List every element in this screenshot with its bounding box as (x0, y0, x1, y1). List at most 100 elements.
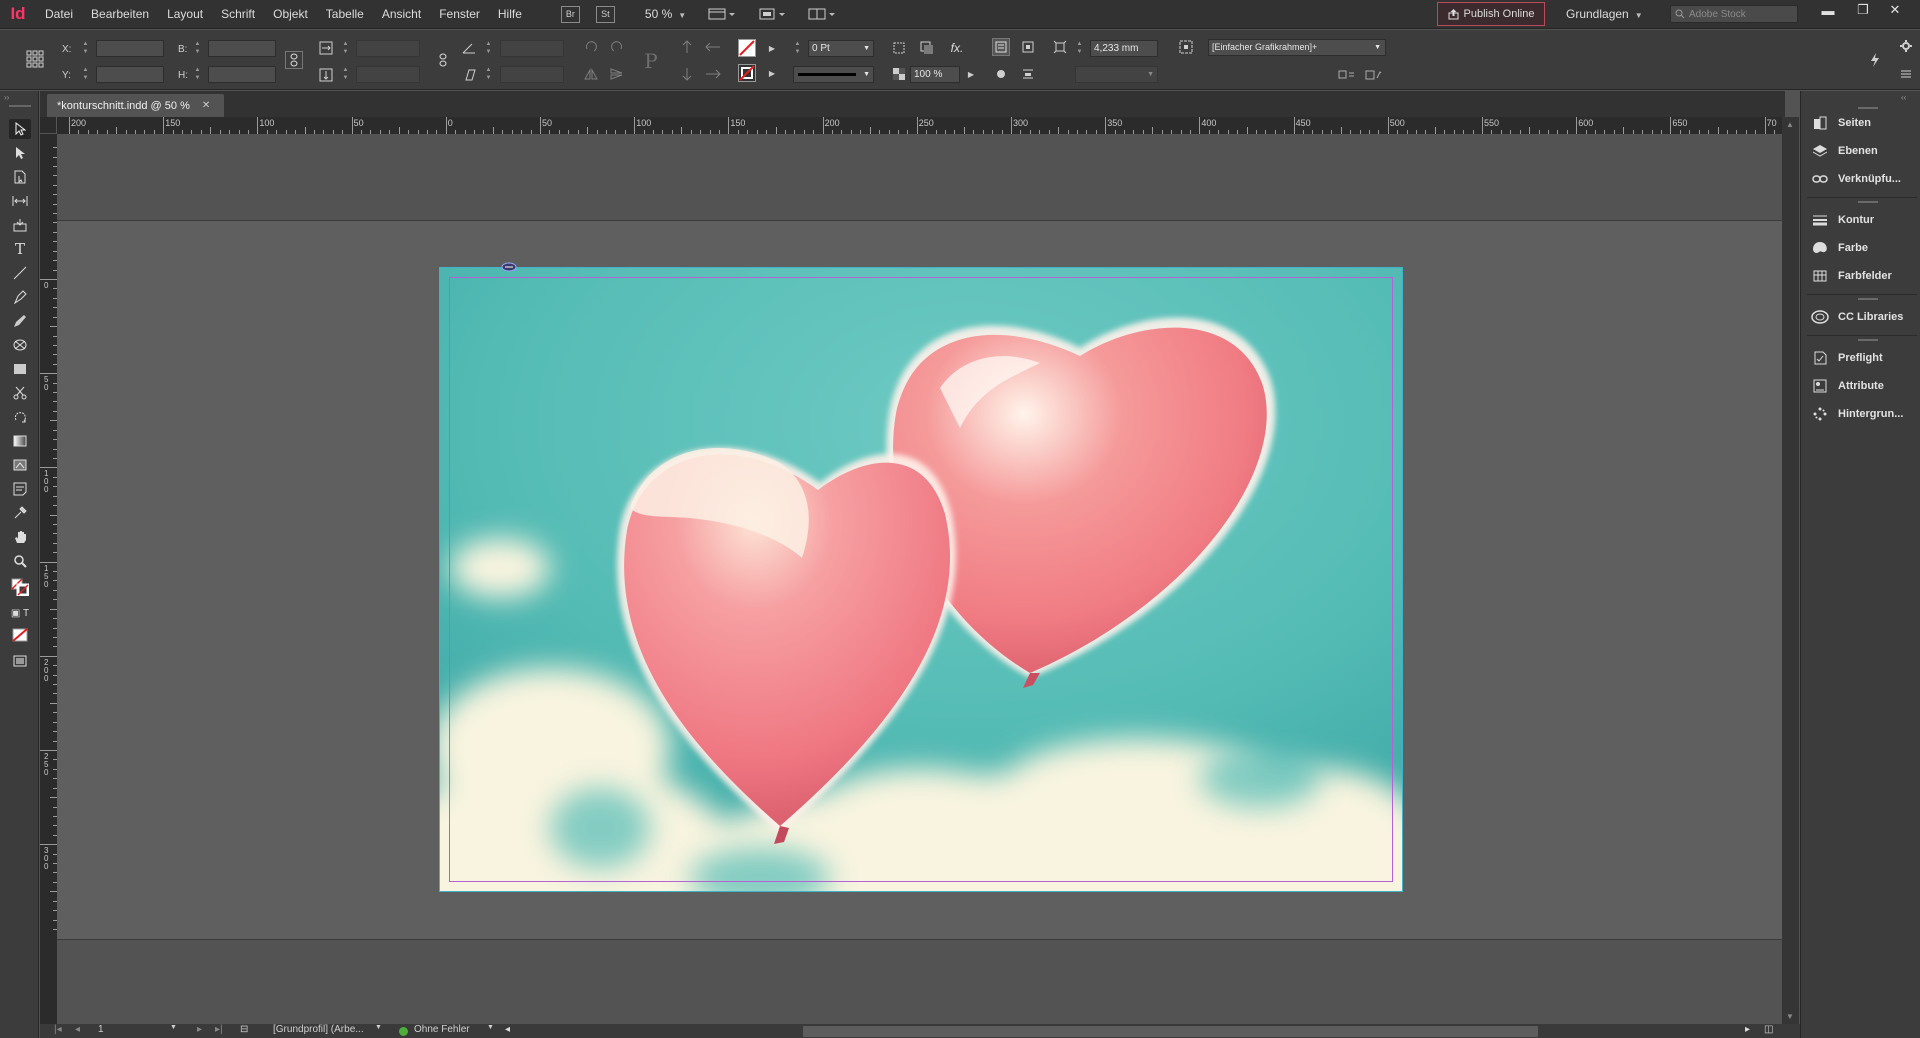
restore-button[interactable]: ❐ (1848, 0, 1878, 20)
menu-hilfe[interactable]: Hilfe (489, 7, 531, 21)
menu-layout[interactable]: Layout (158, 7, 212, 21)
constrain-scale-icon[interactable] (434, 51, 452, 69)
selection-tool-icon[interactable] (9, 119, 31, 139)
reference-point-icon[interactable] (26, 50, 44, 68)
menu-fenster[interactable]: Fenster (430, 7, 489, 21)
scale-y-stepper[interactable]: ▲ ▼ (341, 66, 350, 83)
horizontal-scroll-thumb[interactable] (803, 1026, 1538, 1037)
zoom-tool-icon[interactable] (9, 551, 31, 571)
note-tool-icon[interactable] (9, 479, 31, 499)
zoom-level-dropdown[interactable]: 50 % ▼ (645, 7, 686, 21)
corner-shape-dropdown[interactable]: ▼ (1075, 66, 1158, 83)
offset-field[interactable]: 4,233 mm (1090, 40, 1158, 57)
panel-attribute[interactable]: Attribute (1811, 375, 1919, 397)
screen-mode-tool-icon[interactable] (9, 651, 31, 671)
clear-overrides-icon[interactable] (1336, 66, 1358, 84)
scale-x-field[interactable] (356, 40, 420, 57)
auto-fit-icon[interactable] (890, 39, 908, 57)
chevron-down-icon[interactable]: ▼ (487, 1024, 494, 1031)
scroll-up-icon[interactable]: ▲ (1786, 120, 1794, 129)
apply-none-icon[interactable] (9, 625, 31, 645)
vertical-ruler[interactable]: 0 50 100 150 200 250 300 (40, 134, 57, 1024)
fill-none-swatch[interactable] (738, 39, 756, 57)
rotate-cw-icon[interactable] (582, 38, 600, 56)
panel-farbe[interactable]: Farbe (1811, 237, 1919, 259)
minimize-button[interactable]: ▬ (1813, 0, 1843, 20)
gap-tool-icon[interactable] (9, 191, 31, 211)
rotation-stepper[interactable]: ▲ ▼ (484, 40, 493, 57)
menu-tabelle[interactable]: Tabelle (317, 7, 373, 21)
scroll-left-icon[interactable]: ◂ (505, 1024, 510, 1035)
menu-bearbeiten[interactable]: Bearbeiten (82, 7, 158, 21)
publish-online-button[interactable]: Publish Online (1437, 2, 1545, 26)
adobe-stock-search[interactable]: Adobe Stock (1670, 5, 1798, 23)
page-tool-icon[interactable] (9, 167, 31, 187)
y-stepper[interactable]: ▲ ▼ (81, 66, 90, 83)
stroke-swatch-menu-icon[interactable]: ▶ (763, 64, 781, 82)
first-page-icon[interactable]: |◂ (54, 1024, 62, 1035)
menu-ansicht[interactable]: Ansicht (373, 7, 430, 21)
object-style-dropdown[interactable]: [Einfacher Grafikrahmen]+ ▼ (1208, 39, 1386, 56)
panel-preflight[interactable]: Preflight (1811, 347, 1919, 369)
x-stepper[interactable]: ▲ ▼ (81, 40, 90, 57)
scissors-tool-icon[interactable] (9, 383, 31, 403)
link-icon[interactable] (501, 262, 517, 272)
select-next-icon[interactable] (704, 65, 722, 83)
panel-menu-icon[interactable] (1897, 65, 1915, 83)
panel-cc-libraries[interactable]: CC Libraries (1811, 306, 1919, 328)
constrain-proportions-icon[interactable] (285, 51, 303, 69)
panel-ebenen[interactable]: Ebenen (1811, 140, 1919, 162)
select-content-icon[interactable] (678, 65, 696, 83)
lightning-icon[interactable] (1866, 51, 1884, 69)
pen-tool-icon[interactable] (9, 287, 31, 307)
panel-seiten[interactable]: Seiten (1811, 112, 1919, 134)
gradient-swatch-tool-icon[interactable] (9, 431, 31, 451)
scroll-right-icon[interactable]: ▸ (1745, 1024, 1750, 1035)
text-wrap-shape-icon[interactable] (992, 65, 1010, 83)
pasteboard[interactable] (57, 134, 1782, 1024)
type-tool-icon[interactable]: T (9, 239, 31, 259)
height-field[interactable] (208, 66, 276, 83)
stroke-weight-field[interactable]: 0 Pt ▼ (808, 40, 874, 57)
rotate-ccw-icon[interactable] (608, 38, 626, 56)
scale-x-stepper[interactable]: ▲ ▼ (341, 40, 350, 57)
arrange-documents-icon[interactable] (808, 6, 836, 22)
scale-y-field[interactable] (356, 66, 420, 83)
select-previous-icon[interactable] (704, 38, 722, 56)
document-open-icon[interactable]: ⊟ (240, 1024, 248, 1035)
shear-stepper[interactable]: ▲ ▼ (484, 66, 493, 83)
eyedropper-tool-icon[interactable] (9, 503, 31, 523)
scroll-down-icon[interactable]: ▼ (1786, 1012, 1794, 1021)
width-stepper[interactable]: ▲ ▼ (193, 40, 202, 57)
effects-fx-icon[interactable]: fx. (948, 39, 966, 57)
ellipse-frame-tool-icon[interactable] (9, 335, 31, 355)
collapse-icon[interactable]: ›› (4, 93, 9, 102)
workspace-switcher[interactable]: Grundlagen ▼ (1566, 7, 1643, 21)
bridge-button[interactable]: Br (560, 5, 580, 23)
previous-page-icon[interactable]: ◂ (75, 1024, 80, 1035)
panel-farbfelder[interactable]: Farbfelder (1811, 265, 1919, 287)
horizontal-ruler[interactable]: 200 150 100 50 0 50 100 150 200 250 300 350 400 450 50… (57, 117, 1782, 134)
frame-fitting-icon[interactable] (1051, 38, 1069, 56)
stock-button[interactable]: St (595, 5, 615, 23)
height-stepper[interactable]: ▲ ▼ (193, 66, 202, 83)
fill-swatch-menu-icon[interactable]: ▶ (763, 39, 781, 57)
line-tool-icon[interactable] (9, 263, 31, 283)
menu-objekt[interactable]: Objekt (264, 7, 317, 21)
chevron-down-icon[interactable]: ▼ (375, 1024, 382, 1031)
text-wrap-none-icon[interactable] (992, 38, 1010, 56)
text-wrap-bbox-icon[interactable] (1019, 38, 1037, 56)
expand-panels-icon[interactable]: ‹‹ (1901, 93, 1906, 102)
panel-hintergrundaufgaben[interactable]: Hintergrun... (1811, 403, 1919, 425)
flip-vertical-icon[interactable] (608, 65, 626, 83)
free-transform-tool-icon[interactable] (9, 407, 31, 427)
opacity-menu-icon[interactable]: ▶ (962, 65, 980, 83)
menu-schrift[interactable]: Schrift (212, 7, 264, 21)
y-field[interactable] (96, 66, 164, 83)
offset-stepper[interactable]: ▲ ▼ (1075, 40, 1084, 57)
x-field[interactable] (96, 40, 164, 57)
split-view-icon[interactable]: ◫ (1764, 1024, 1773, 1035)
preflight-profile[interactable]: [Grundprofil] (Arbe... (273, 1024, 364, 1035)
graphic-frame[interactable] (439, 267, 1403, 892)
ruler-origin[interactable] (40, 117, 57, 134)
